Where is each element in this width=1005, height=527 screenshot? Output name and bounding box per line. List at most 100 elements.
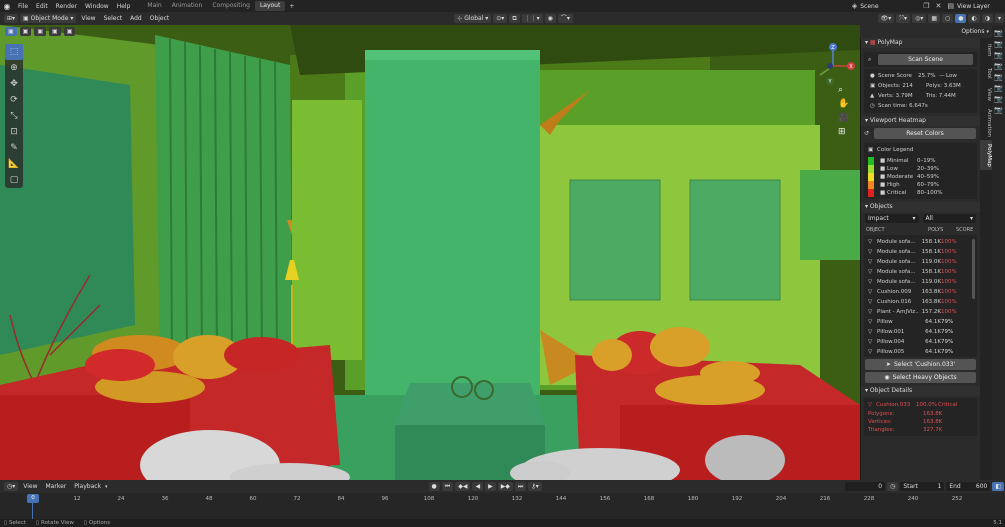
table-row[interactable]: ▽ Pillow.001 64.1K 79%	[864, 327, 977, 337]
view-layer-icon[interactable]: ▤	[944, 2, 957, 10]
menu-select[interactable]: Select	[100, 15, 127, 22]
falloff-icon[interactable]: ⌒▾	[557, 14, 573, 23]
menu-add[interactable]: Add	[126, 15, 146, 22]
3d-viewport[interactable]: ▣ ▣ ▣ ▣ ▣ Z X Y ⌕ ✋ 🎥 ⊞	[0, 25, 860, 480]
filter-dropdown[interactable]: All ▾	[922, 214, 976, 223]
timeline-menu-marker[interactable]: Marker	[42, 483, 71, 490]
sort-dropdown[interactable]: Impact ▾	[865, 214, 919, 223]
keying-icon[interactable]: ⚷▾	[528, 482, 542, 491]
delete-icon[interactable]: ✕	[933, 2, 945, 10]
clock-icon[interactable]: ◷	[887, 482, 899, 491]
add-cube-icon[interactable]: ▢	[5, 172, 23, 188]
camera-icon[interactable]: 🎥	[838, 113, 849, 123]
objects-section-header[interactable]: ▾ Objects	[861, 202, 980, 212]
menu-object[interactable]: Object	[146, 15, 174, 22]
camera-icon[interactable]: 📷	[994, 40, 1003, 48]
camera-icon[interactable]: 📷	[994, 62, 1003, 70]
scan-scene-button[interactable]: Scan Scene	[878, 54, 973, 65]
timeline-menu-view[interactable]: View	[19, 483, 41, 490]
blender-logo-icon[interactable]: ◉	[0, 2, 14, 11]
add-workspace-button[interactable]: +	[285, 3, 298, 10]
tab-view[interactable]: View	[980, 84, 992, 106]
prev-key-icon[interactable]: ◆◀	[455, 482, 471, 491]
gizmo-icon[interactable]: ⤧▾	[896, 14, 911, 23]
table-row[interactable]: ▽ Pillow.004 64.1K 79%	[864, 337, 977, 347]
menu-render[interactable]: Render	[52, 3, 81, 10]
record-icon[interactable]: ●	[428, 482, 440, 491]
table-row[interactable]: ▽ Plant - AmJViz... 157.2K 100%	[864, 307, 977, 317]
tab-tool[interactable]: Tool	[980, 62, 992, 84]
camera-icon[interactable]: 📷	[994, 29, 1003, 37]
table-row[interactable]: ▽ Module sofa... 119.0K 100%	[864, 277, 977, 287]
tab-item[interactable]: Item	[980, 38, 992, 62]
select-heavy-button[interactable]: ◉ Select Heavy Objects	[865, 372, 976, 383]
table-row[interactable]: ▽ Cushion.016 163.8K 100%	[864, 297, 977, 307]
shading-solid-icon[interactable]: ●	[955, 14, 967, 23]
current-frame-field[interactable]: 0	[845, 482, 886, 491]
play-icon[interactable]: ▶	[485, 482, 496, 491]
table-row[interactable]: ▽ Module sofa... 158.1K 100%	[864, 267, 977, 277]
timeline-editor-type[interactable]: ◷▾	[4, 482, 19, 491]
select-invert-icon[interactable]: ▣	[49, 27, 61, 36]
zoom-icon[interactable]: ⌕	[838, 85, 849, 95]
table-row[interactable]: ▽ Module sofa... 119.0K 100%	[864, 257, 977, 267]
workspace-tab-main[interactable]: Main	[142, 1, 166, 11]
shading-material-icon[interactable]: ◐	[968, 14, 980, 23]
proportional-edit-icon[interactable]: ◉	[544, 14, 556, 23]
start-frame-field[interactable]: Start 1	[900, 482, 945, 491]
overlay-icon[interactable]: ◎▾	[912, 14, 927, 23]
mode-selector[interactable]: ▣ Object Mode ▾	[20, 14, 77, 23]
select-intersect-icon[interactable]: ▣	[63, 27, 76, 36]
camera-icon[interactable]: 📷	[994, 106, 1003, 114]
pan-hand-icon[interactable]: ✋	[838, 99, 849, 109]
scene-selector[interactable]: Scene	[860, 3, 920, 10]
reset-colors-button[interactable]: Reset Colors	[874, 128, 976, 139]
table-row[interactable]: ▽ Pillow 64.1K 79%	[864, 317, 977, 327]
select-subtract-icon[interactable]: ▣	[34, 27, 47, 36]
editor-type-button[interactable]: ⊞▾	[4, 14, 19, 23]
end-frame-field[interactable]: End 600	[946, 482, 991, 491]
select-object-button[interactable]: ➤ Select 'Cushion.033'	[865, 359, 976, 370]
menu-file[interactable]: File	[14, 3, 32, 10]
xray-icon[interactable]: ▦	[928, 14, 940, 23]
timeline-ruler[interactable]: 0 12 24 36 48 60 72 84 96 108 120 132 144 156 168 180 19…	[0, 493, 1005, 519]
workspace-tab-animation[interactable]: Animation	[167, 1, 208, 11]
timeline-menu-playback[interactable]: Playback	[70, 483, 105, 490]
menu-edit[interactable]: Edit	[32, 3, 52, 10]
select-box-icon[interactable]: ⬚	[5, 44, 23, 60]
rotate-icon[interactable]: ⟳	[5, 92, 23, 108]
tab-animation[interactable]: Animation	[980, 106, 992, 140]
cursor-icon[interactable]: ⊕	[5, 60, 23, 76]
tab-polymap[interactable]: PolyMap	[980, 140, 992, 170]
camera-icon[interactable]: 📷	[994, 73, 1003, 81]
perspective-icon[interactable]: ⊞	[838, 127, 849, 137]
workspace-tab-compositing[interactable]: Compositing	[207, 1, 255, 11]
transform-icon[interactable]: ⊡	[5, 124, 23, 140]
view-layer-selector[interactable]: View Layer	[957, 3, 1005, 10]
transform-orientation[interactable]: ⊹ Global ▾	[454, 14, 492, 23]
scene-icon[interactable]: ◈	[849, 2, 860, 10]
jump-end-icon[interactable]: ⏭	[514, 482, 527, 491]
menu-window[interactable]: Window	[81, 3, 113, 10]
navigation-gizmo[interactable]: Z X Y	[808, 41, 858, 91]
scale-icon[interactable]: ⤡	[5, 108, 23, 124]
objects-list[interactable]: ▽ Module sofa... 158.1K 100% ▽ Module sofa...…	[864, 235, 977, 357]
snap-icon[interactable]: ⧉	[509, 14, 520, 23]
move-icon[interactable]: ✥	[5, 76, 23, 92]
workspace-tab-layout[interactable]: Layout	[254, 1, 286, 11]
play-reverse-icon[interactable]: ◀	[472, 482, 484, 491]
snap-settings-icon[interactable]: ⋮⋮▾	[521, 14, 543, 23]
table-row[interactable]: ▽ Cushion.009 163.8K 100%	[864, 287, 977, 297]
measure-icon[interactable]: 📐	[5, 156, 23, 172]
shading-options-icon[interactable]: ▾	[994, 14, 1004, 23]
details-section-header[interactable]: ▾ Object Details	[861, 386, 980, 396]
playhead[interactable]: 0	[27, 494, 39, 503]
camera-icon[interactable]: 📷	[994, 84, 1003, 92]
menu-view[interactable]: View	[77, 15, 99, 22]
heatmap-section-header[interactable]: ▾ Viewport Heatmap	[861, 116, 980, 126]
menu-help[interactable]: Help	[113, 3, 135, 10]
scrollbar[interactable]	[972, 239, 975, 299]
jump-start-icon[interactable]: ⏮	[441, 482, 454, 491]
shading-wireframe-icon[interactable]: ○	[941, 14, 954, 23]
next-key-icon[interactable]: ▶◆	[497, 482, 513, 491]
